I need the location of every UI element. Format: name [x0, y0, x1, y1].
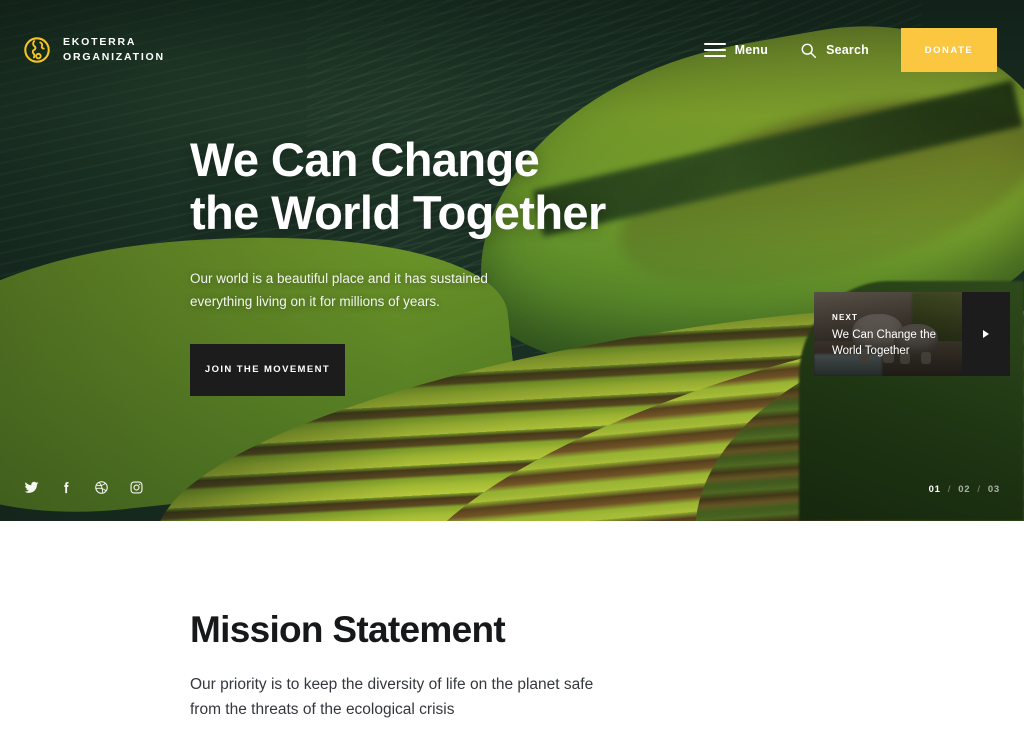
- dribbble-icon[interactable]: [94, 480, 109, 495]
- brand-logo[interactable]: EKOTERRA ORGANIZATION: [22, 35, 165, 65]
- hero-content: We Can Change the World Together Our wor…: [190, 133, 606, 396]
- hamburger-icon: [703, 43, 726, 57]
- donate-button[interactable]: DONATE: [901, 28, 997, 72]
- play-triangle-icon: [983, 330, 989, 338]
- twitter-icon[interactable]: [24, 480, 39, 495]
- hero-title: We Can Change the World Together: [190, 133, 606, 239]
- next-slide-arrow-button[interactable]: [962, 292, 1010, 376]
- hero-subtitle: Our world is a beautiful place and it ha…: [190, 271, 488, 310]
- brand-name-line2: ORGANIZATION: [63, 51, 165, 63]
- menu-label: Menu: [734, 43, 769, 57]
- hero-section: EKOTERRA ORGANIZATION Menu Search DONATE: [0, 0, 1024, 521]
- search-button[interactable]: Search: [800, 42, 869, 59]
- mission-title: Mission Statement: [190, 609, 506, 650]
- mission-statement-section: Mission Statement Our priority is to kee…: [0, 521, 1024, 745]
- menu-button[interactable]: Menu: [703, 43, 769, 57]
- mission-subtitle-line2: from the threats of the ecological crisi…: [190, 701, 455, 719]
- slide-counter: 01 / 02 / 03: [929, 484, 1000, 495]
- facebook-icon[interactable]: [59, 480, 74, 495]
- instagram-icon[interactable]: [129, 480, 144, 495]
- join-the-movement-button[interactable]: JOIN THE MOVEMENT: [190, 343, 345, 396]
- slide-counter-sep-1: /: [947, 484, 952, 495]
- brand-name-line1: EKOTERRA: [63, 35, 137, 48]
- mission-subtitle-line1: Our priority is to keep the diversity of…: [190, 676, 594, 693]
- slide-counter-second[interactable]: 02: [958, 484, 970, 495]
- social-links: [24, 480, 144, 495]
- slide-counter-sep-2: /: [977, 484, 981, 495]
- search-label: Search: [826, 43, 869, 57]
- globe-icon: [24, 37, 50, 63]
- next-slide-card: NEXT We Can Change the World Together: [814, 292, 1010, 376]
- slide-counter-third[interactable]: 03: [988, 484, 1000, 495]
- slide-counter-current[interactable]: 01: [929, 484, 941, 495]
- next-slide-title: We Can Change the World Together: [832, 329, 936, 357]
- top-navigation-bar: EKOTERRA ORGANIZATION Menu Search DONATE: [0, 0, 1024, 100]
- nav-right-group: Menu Search DONATE: [703, 28, 1024, 72]
- brand-name: EKOTERRA ORGANIZATION: [63, 35, 165, 65]
- next-slide-label: NEXT: [832, 313, 859, 322]
- mission-subtitle: Our priority is to keep the diversity of…: [190, 672, 660, 722]
- next-slide-thumbnail[interactable]: NEXT We Can Change the World Together: [814, 292, 962, 376]
- search-icon: [801, 43, 817, 58]
- hero-title-line1: We Can Change: [190, 133, 540, 186]
- hero-title-line2: the World Together: [190, 185, 606, 239]
